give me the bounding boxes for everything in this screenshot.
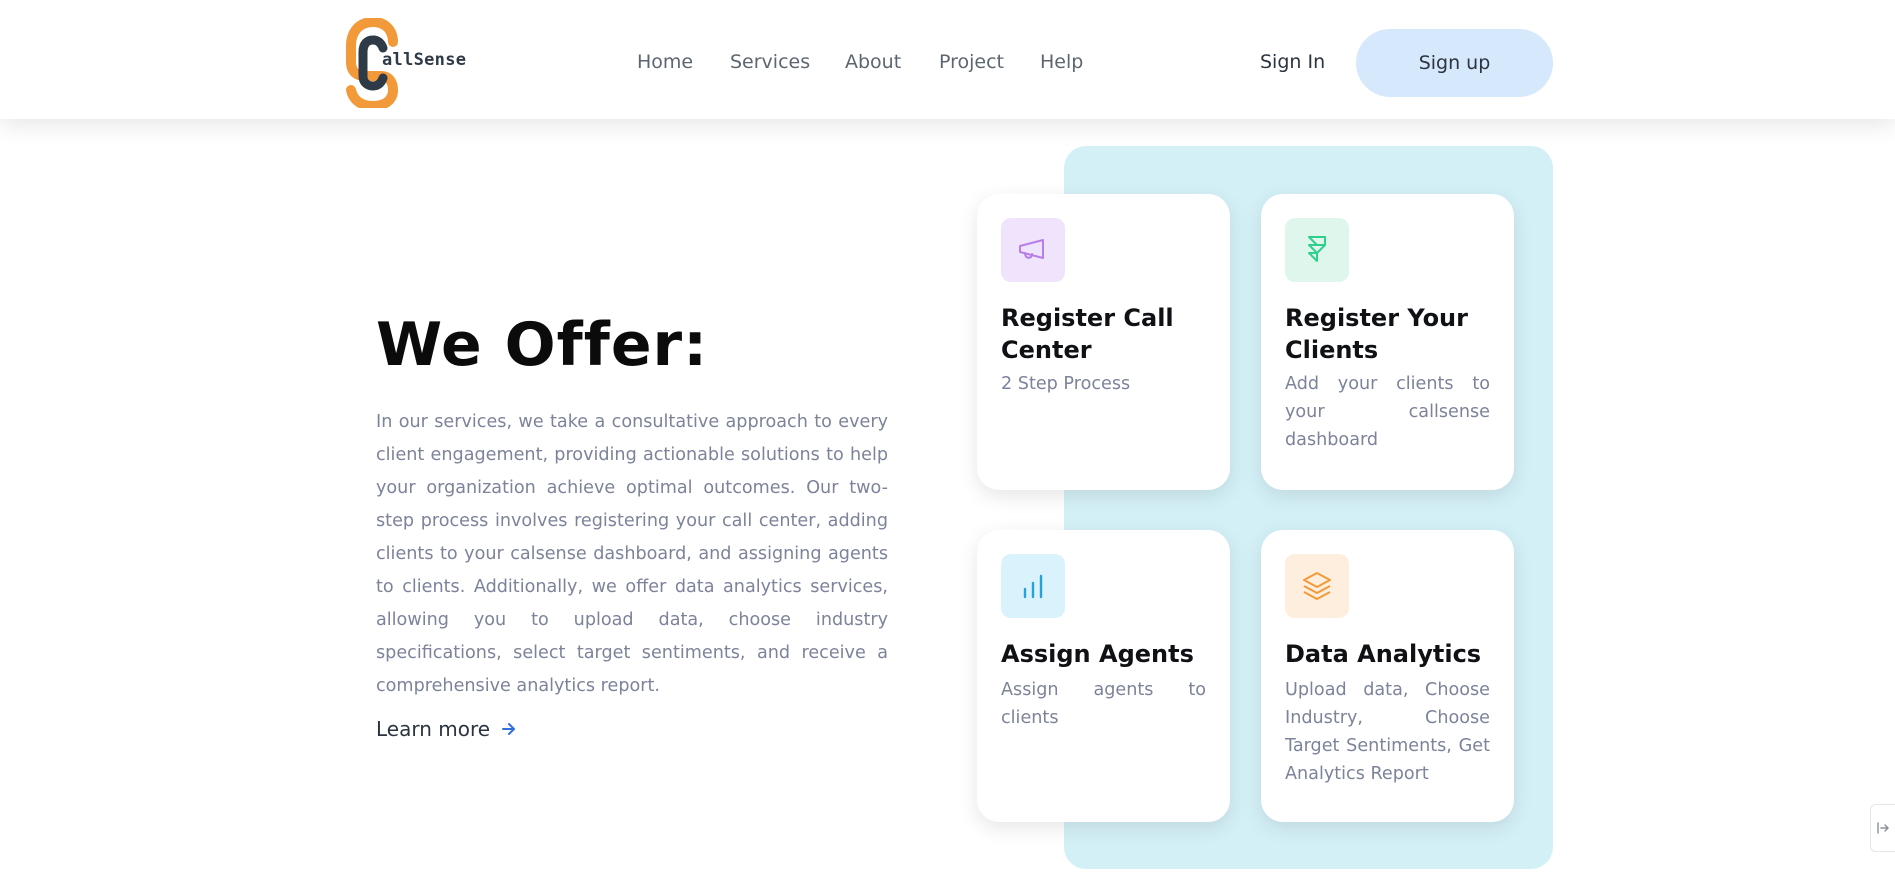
learn-more-label: Learn more	[376, 717, 491, 741]
card-register-call-center[interactable]: Register Call Center 2 Step Process	[977, 194, 1230, 490]
card-assign-agents[interactable]: Assign Agents Assign agents to clients	[977, 530, 1230, 822]
sign-up-button[interactable]: Sign up	[1356, 29, 1553, 97]
framer-icon	[1285, 218, 1349, 282]
nav-help[interactable]: Help	[1040, 51, 1083, 73]
logo-wordmark: allSense	[382, 50, 467, 70]
layers-icon	[1285, 554, 1349, 618]
card-data-analytics[interactable]: Data Analytics Upload data, Choose Indus…	[1261, 530, 1514, 822]
card-title: Assign Agents	[1001, 640, 1194, 668]
card-text: Assign agents to clients	[1001, 680, 1206, 728]
sign-in-link[interactable]: Sign In	[1260, 51, 1325, 73]
card-register-your-clients[interactable]: Register Your Clients Add your clients t…	[1261, 194, 1514, 490]
arrow-right-icon	[502, 723, 516, 735]
nav-project[interactable]: Project	[939, 51, 1004, 73]
nav-about[interactable]: About	[845, 51, 901, 73]
section-heading: We Offer:	[376, 310, 709, 380]
header: allSense Home Services About Project Hel…	[0, 0, 1895, 119]
nav-services[interactable]: Services	[730, 51, 810, 73]
card-text: Upload data, Choose Industry, Choose Tar…	[1285, 680, 1490, 784]
bar-chart-icon	[1001, 554, 1065, 618]
collapse-icon	[1877, 822, 1889, 834]
card-title: Register Call Center	[1001, 304, 1174, 364]
nav-home[interactable]: Home	[637, 51, 693, 73]
section-description: In our services, we take a consultative …	[376, 412, 888, 696]
megaphone-icon	[1001, 218, 1065, 282]
card-title: Register Your Clients	[1285, 304, 1468, 364]
card-text: Add your clients to your callsense dashb…	[1285, 374, 1490, 450]
learn-more-link[interactable]: Learn more	[376, 717, 518, 741]
card-title: Data Analytics	[1285, 640, 1482, 668]
widget-toggle[interactable]	[1870, 804, 1895, 852]
card-text: 2 Step Process	[1001, 374, 1131, 394]
